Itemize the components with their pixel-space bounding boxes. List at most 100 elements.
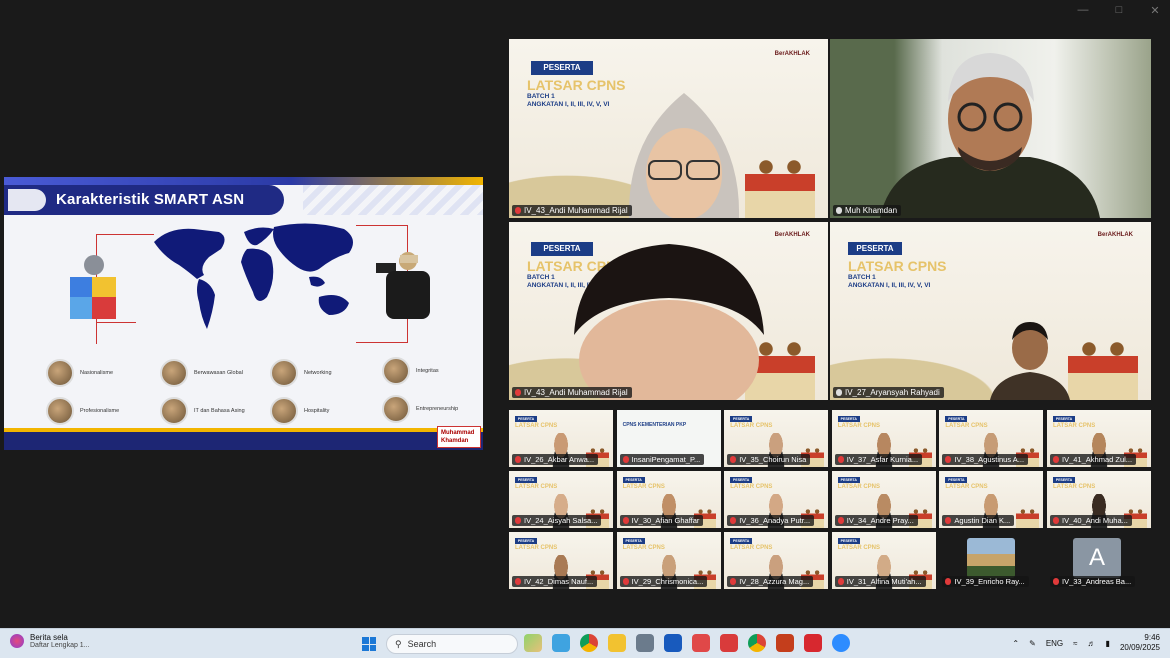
video-tile[interactable]: PESERTA LATSAR CPNS BATCH 1 ANGKATAN I, I… xyxy=(509,222,828,400)
zoom-icon[interactable] xyxy=(832,634,850,652)
calculator-icon[interactable] xyxy=(636,634,654,652)
shared-screen-slide[interactable]: Karakteristik SMART ASN Nasionalisme Ber… xyxy=(4,177,483,450)
video-tile[interactable]: PESERTA LATSAR CPNS IV_36_Anadya Putr... xyxy=(724,471,829,528)
video-tile[interactable]: PESERTA LATSAR CPNS BATCH 1 ANGKATAN I, I… xyxy=(830,222,1151,400)
peserta-label: PESERTA xyxy=(622,477,645,483)
video-tile[interactable]: PESERTA LATSAR CPNS IV_29_Chrismonica... xyxy=(616,532,721,589)
participant-name-label: IV_30_Afian Ghaffar xyxy=(619,515,704,526)
mic-muted-icon xyxy=(837,517,844,524)
acrobat-icon[interactable] xyxy=(804,634,822,652)
mic-muted-icon xyxy=(1053,517,1059,524)
powerpoint-icon[interactable] xyxy=(776,634,794,652)
clock[interactable]: 9:46 20/09/2025 xyxy=(1120,633,1160,653)
start-button[interactable] xyxy=(362,637,376,651)
trait-integritas: Integritas xyxy=(382,357,439,385)
latsar-label: LATSAR CPNS xyxy=(515,484,558,490)
participant-name-label: IV_24_Aisyah Salsa... xyxy=(512,515,602,526)
video-tile[interactable]: PESERTA LATSAR CPNS IV_24_Aisyah Salsa... xyxy=(509,471,613,528)
wifi-icon[interactable]: ≈ xyxy=(1073,639,1077,648)
latsar-label: LATSAR CPNS xyxy=(837,423,881,429)
participant-name-label: IV_26_Akbar Anwa... xyxy=(512,454,599,465)
volume-icon[interactable]: ♬ xyxy=(1088,639,1096,648)
participant-video xyxy=(628,93,740,218)
maximize-icon[interactable]: □ xyxy=(1112,4,1126,17)
slide-pattern xyxy=(303,185,483,215)
mic-muted-icon xyxy=(730,578,737,585)
taskbar-apps xyxy=(524,634,850,652)
latsar-label: LATSAR CPNS xyxy=(730,484,773,490)
participant-name-label: Agustin Dian K... xyxy=(942,515,1015,526)
trait-icon xyxy=(382,395,410,423)
video-tile[interactable]: PESERTA LATSAR CPNS IV_38_Agustinus A... xyxy=(939,410,1044,467)
mic-muted-icon xyxy=(515,456,521,463)
trait-icon xyxy=(160,359,188,387)
video-tile[interactable]: PESERTA LATSAR CPNS IV_41_Akhmad Zul... xyxy=(1047,410,1151,467)
mic-muted-icon xyxy=(515,207,521,214)
chevron-up-icon[interactable]: ⌃ xyxy=(1012,639,1019,648)
world-map-graphic xyxy=(154,223,353,329)
mic-muted-icon xyxy=(515,517,521,524)
news-widget[interactable]: Berita sela Daftar Lengkap 1... xyxy=(10,633,90,649)
app-icon-red[interactable] xyxy=(692,634,710,652)
mic-muted-icon xyxy=(945,517,952,524)
trait-berwawasan-global: Berwawasan Global xyxy=(160,359,243,387)
language-indicator[interactable]: ENG xyxy=(1046,639,1063,648)
word-icon[interactable] xyxy=(664,634,682,652)
chrome-icon[interactable] xyxy=(580,634,598,652)
mic-muted-icon xyxy=(837,456,844,463)
pen-icon[interactable]: ✎ xyxy=(1029,639,1036,648)
wps-icon[interactable] xyxy=(720,634,738,652)
batch-label: BATCH 1 ANGKATAN I, II, III, IV, V, VI xyxy=(527,93,610,108)
video-tile[interactable]: PESERTA LATSAR CPNS IV_31_Alfina Muti'ah..… xyxy=(831,532,936,589)
news-icon xyxy=(10,634,24,648)
latsar-label: LATSAR CPNS xyxy=(730,545,773,551)
peserta-label: PESERTA xyxy=(945,477,968,483)
file-explorer-icon[interactable] xyxy=(608,634,626,652)
battery-icon[interactable]: ▮ xyxy=(1106,639,1110,648)
video-tile[interactable]: IV_39_Enricho Ray... xyxy=(939,532,1044,589)
video-tile[interactable]: PESERTA LATSAR CPNS IV_34_Andre Pray... xyxy=(831,471,936,528)
video-tile[interactable]: PESERTA LATSAR CPNS IV_37_Asfar Kurnia... xyxy=(831,410,936,467)
video-tile[interactable]: PESERTA LATSAR CPNS IV_30_Afian Ghaffar xyxy=(616,471,721,528)
batch-label: BATCH 1 ANGKATAN I, II, III, IV, V, VI xyxy=(848,274,931,289)
peserta-label: PESERTA xyxy=(837,416,860,422)
mic-on-icon xyxy=(836,389,842,396)
participant-name-label: IV_37_Asfar Kurnia... xyxy=(834,454,923,465)
taskbar-search[interactable]: ⚲ Search xyxy=(386,634,518,654)
system-tray: ⌃ ✎ ENG ≈ ♬ ▮ 9:46 20/09/2025 xyxy=(1012,633,1160,653)
peserta-label: PESERTA xyxy=(730,538,753,544)
video-tile[interactable]: PESERTA LATSAR CPNS BATCH 1 ANGKATAN I, I… xyxy=(509,39,828,218)
video-tile[interactable]: PESERTA LATSAR CPNS IV_26_Akbar Anwa... xyxy=(509,410,613,467)
participant-name-label: IV_43_Andi Muhammad Rijal xyxy=(512,205,632,216)
video-tile[interactable]: CPNS KEMENTERIAN PKP InsaniPengamat_P... xyxy=(616,410,721,467)
slide-top-bar xyxy=(4,177,483,185)
video-tile[interactable]: PESERTA LATSAR CPNS IV_35_Choirun Nisa xyxy=(724,410,829,467)
app-icon-snipping[interactable] xyxy=(552,634,570,652)
app-icon-widgets[interactable] xyxy=(524,634,542,652)
video-tile[interactable]: A IV_33_Andreas Ba... xyxy=(1047,532,1151,589)
peserta-label: PESERTA xyxy=(945,416,968,422)
video-tile[interactable]: PESERTA LATSAR CPNS IV_42_Dimas Nauf... xyxy=(509,532,613,589)
participant-name-label: IV_35_Choirun Nisa xyxy=(727,454,811,465)
video-tile[interactable]: PESERTA LATSAR CPNS IV_28_Azzura Mag... xyxy=(724,532,829,589)
video-tile[interactable]: Muh Khamdan xyxy=(830,39,1151,218)
trait-profesionalisme: Profesionalisme xyxy=(46,397,119,425)
trait-icon xyxy=(46,359,74,387)
participant-video xyxy=(880,53,1100,218)
video-tile[interactable]: PESERTA LATSAR CPNS Agustin Dian K... xyxy=(939,471,1044,528)
participant-name-label: IV_42_Dimas Nauf... xyxy=(512,576,598,587)
minimize-icon[interactable]: — xyxy=(1076,4,1090,17)
peserta-label: PESERTA xyxy=(730,416,753,422)
trait-icon xyxy=(270,359,298,387)
trait-icon xyxy=(270,397,298,425)
video-tile[interactable]: PESERTA LATSAR CPNS IV_40_Andi Muha... xyxy=(1047,471,1151,528)
chrome-profile-icon[interactable] xyxy=(748,634,766,652)
slide-bottom-bar xyxy=(4,428,483,450)
background-caption: CPNS KEMENTERIAN PKP xyxy=(622,422,687,428)
latsar-label: LATSAR CPNS xyxy=(622,545,665,551)
latsar-label: LATSAR CPNS xyxy=(515,423,558,429)
participant-name-label: IV_36_Anadya Putr... xyxy=(727,515,815,526)
puzzle-head-graphic xyxy=(70,255,116,319)
windows-taskbar: Berita sela Daftar Lengkap 1... ⚲ Search… xyxy=(0,628,1170,658)
close-icon[interactable]: ✕ xyxy=(1148,4,1162,17)
